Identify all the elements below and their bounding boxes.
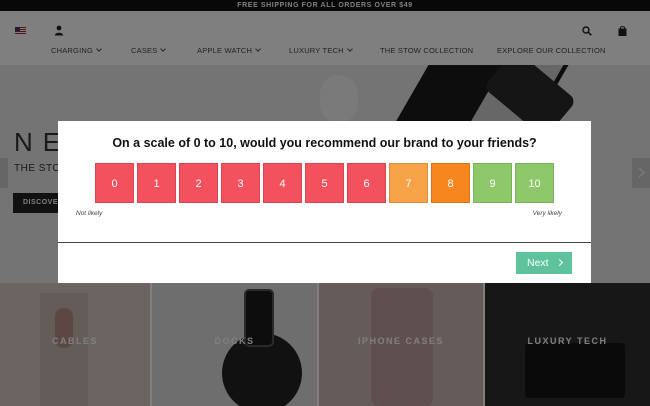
nps-score-button-3[interactable]: 3 [221, 163, 260, 203]
nps-score-button-9[interactable]: 9 [473, 163, 512, 203]
nps-score-button-7[interactable]: 7 [389, 163, 428, 203]
next-button[interactable]: Next [516, 252, 572, 274]
nps-score-scale: 0 1 2 3 4 5 6 7 8 9 10 [95, 163, 554, 203]
modal-divider [58, 242, 591, 243]
nps-score-button-1[interactable]: 1 [137, 163, 176, 203]
next-button-label: Next [527, 257, 549, 269]
nps-score-button-10[interactable]: 10 [515, 163, 554, 203]
survey-question: On a scale of 0 to 10, would you recomme… [112, 136, 537, 150]
nps-score-button-4[interactable]: 4 [263, 163, 302, 203]
nps-score-button-8[interactable]: 8 [431, 163, 470, 203]
nps-score-button-2[interactable]: 2 [179, 163, 218, 203]
nps-score-button-5[interactable]: 5 [305, 163, 344, 203]
nps-score-button-0[interactable]: 0 [95, 163, 134, 203]
chevron-right-icon [555, 258, 564, 267]
scale-low-label: Not likely [76, 210, 103, 217]
nps-score-button-6[interactable]: 6 [347, 163, 386, 203]
scale-high-label: Very likely [532, 210, 562, 217]
nps-survey-modal: On a scale of 0 to 10, would you recomme… [58, 121, 591, 283]
